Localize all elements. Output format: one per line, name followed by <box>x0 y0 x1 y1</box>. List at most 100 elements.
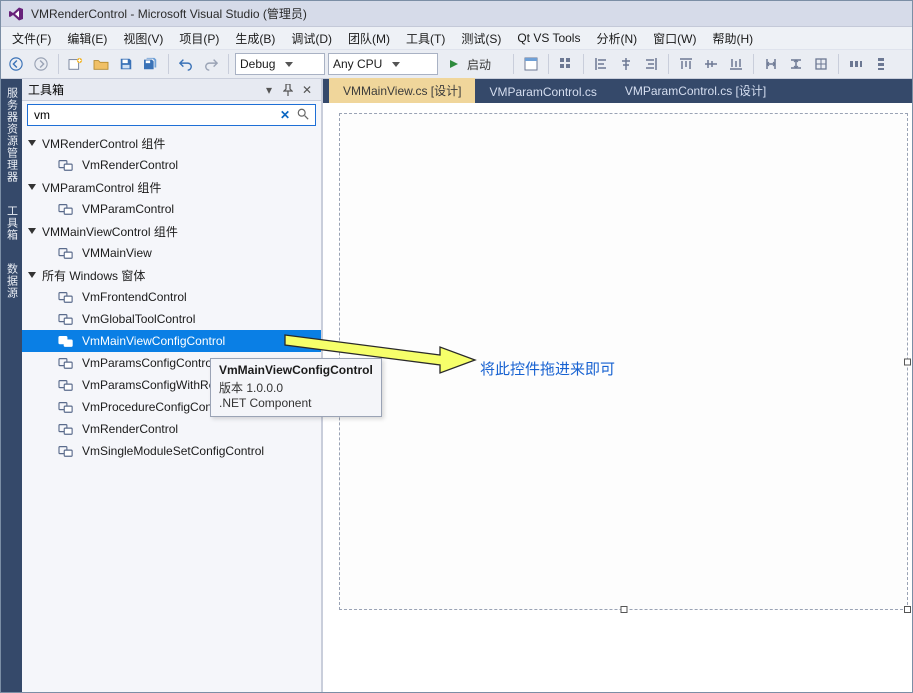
annotation-text: 将此控件拖进来即可 <box>480 358 615 379</box>
menu-debug[interactable]: 调试(D) <box>284 28 339 49</box>
start-button[interactable]: 启动 <box>441 53 507 75</box>
toolbar-sep <box>753 54 754 74</box>
nav-fwd-button[interactable] <box>30 53 52 75</box>
toolbox-group-header[interactable]: VMRenderControl 组件 <box>22 132 321 154</box>
editor-area: VMMainView.cs [设计]VMParamControl.cs VMPar… <box>322 79 912 692</box>
toolbox-item-label: VmParamsConfigControl <box>82 356 215 370</box>
toolbox-item[interactable]: VmRenderControl <box>22 154 321 176</box>
toolbox-item[interactable]: VMParamControl <box>22 198 321 220</box>
menu-project[interactable]: 项目(P) <box>172 28 226 49</box>
same-width-button[interactable] <box>760 53 782 75</box>
save-all-button[interactable] <box>140 53 162 75</box>
toolbox-group-header[interactable]: VMParamControl 组件 <box>22 176 321 198</box>
menubar: 文件(F) 编辑(E) 视图(V) 项目(P) 生成(B) 调试(D) 团队(M… <box>1 27 912 49</box>
start-label: 启动 <box>463 56 495 73</box>
tooltip-version: 版本 1.0.0.0 <box>219 379 373 396</box>
new-project-button[interactable] <box>65 53 87 75</box>
tooltip-title: VmMainViewConfigControl <box>219 363 373 377</box>
same-size-button[interactable] <box>810 53 832 75</box>
toolbox-group-header[interactable]: 所有 Windows 窗体 <box>22 264 321 286</box>
toolbox-title: 工具箱 <box>28 81 64 98</box>
align-top-button[interactable] <box>675 53 697 75</box>
toolbox-item[interactable]: VmMainViewConfigControl <box>22 330 321 352</box>
resize-handle-bottom[interactable] <box>620 606 627 613</box>
vspace-equal-button[interactable] <box>870 53 892 75</box>
resize-handle-corner[interactable] <box>904 606 911 613</box>
component-icon <box>58 356 74 370</box>
window-title: VMRenderControl - Microsoft Visual Studi… <box>31 5 307 22</box>
menu-file[interactable]: 文件(F) <box>5 28 58 49</box>
platform-value: Any CPU <box>333 57 382 71</box>
align-left-button[interactable] <box>590 53 612 75</box>
clear-search-button[interactable]: ✕ <box>277 108 293 122</box>
toolbar-sep <box>668 54 669 74</box>
toolbar-sep <box>58 54 59 74</box>
document-tab[interactable]: VMParamControl.cs <box>475 81 610 103</box>
menu-window[interactable]: 窗口(W) <box>646 28 703 49</box>
sidetab-server-explorer[interactable]: 服务器资源管理器 <box>2 79 22 191</box>
document-tab[interactable]: VMParamControl.cs [设计] <box>611 78 780 103</box>
align-center-button[interactable] <box>615 53 637 75</box>
hspace-equal-button[interactable] <box>845 53 867 75</box>
align-middle-button[interactable] <box>700 53 722 75</box>
align-grid-button[interactable] <box>555 53 577 75</box>
chevron-down-icon <box>285 62 293 67</box>
save-button[interactable] <box>115 53 137 75</box>
menu-analyze[interactable]: 分析(N) <box>589 28 644 49</box>
document-tabs: VMMainView.cs [设计]VMParamControl.cs VMPar… <box>323 79 912 103</box>
panel-options-button[interactable]: ▾ <box>261 82 277 98</box>
toolbox-search[interactable]: ✕ <box>27 104 316 126</box>
menu-view[interactable]: 视图(V) <box>116 28 170 49</box>
prop-window-button[interactable] <box>520 53 542 75</box>
expander-icon <box>28 140 36 146</box>
menu-edit[interactable]: 编辑(E) <box>60 28 114 49</box>
nav-back-button[interactable] <box>5 53 27 75</box>
menu-test[interactable]: 测试(S) <box>454 28 508 49</box>
config-value: Debug <box>240 57 275 71</box>
menu-qt[interactable]: Qt VS Tools <box>510 29 587 47</box>
platform-combo[interactable]: Any CPU <box>328 53 438 75</box>
expander-icon <box>28 184 36 190</box>
toolbox-item-label: VMParamControl <box>82 202 174 216</box>
tooltip-kind: .NET Component <box>219 396 373 410</box>
menu-build[interactable]: 生成(B) <box>228 28 282 49</box>
sidetab-toolbox[interactable]: 工具箱 <box>2 197 22 249</box>
menu-tools[interactable]: 工具(T) <box>399 28 452 49</box>
menu-team[interactable]: 团队(M) <box>341 28 397 49</box>
document-tab[interactable]: VMMainView.cs [设计] <box>329 78 475 103</box>
toolbox-item[interactable]: VmRenderControl <box>22 418 321 440</box>
toolbox-item-label: VmRenderControl <box>82 158 178 172</box>
pin-icon[interactable] <box>280 82 296 98</box>
align-bottom-button[interactable] <box>725 53 747 75</box>
toolbox-item[interactable]: VmFrontendControl <box>22 286 321 308</box>
open-button[interactable] <box>90 53 112 75</box>
component-icon <box>58 334 74 348</box>
toolbox-group-header[interactable]: VMMainViewControl 组件 <box>22 220 321 242</box>
resize-handle-right[interactable] <box>904 358 911 365</box>
document-tab-label: VMParamControl.cs [设计] <box>625 82 766 99</box>
search-input[interactable] <box>34 108 275 122</box>
redo-button[interactable] <box>200 53 222 75</box>
toolbox-item-label: VMMainView <box>82 246 152 260</box>
component-icon <box>58 312 74 326</box>
designer-body <box>323 103 912 692</box>
menu-help[interactable]: 帮助(H) <box>705 28 760 49</box>
toolbox-item[interactable]: VMMainView <box>22 242 321 264</box>
close-icon[interactable]: ✕ <box>299 82 315 98</box>
align-right-button[interactable] <box>640 53 662 75</box>
expander-icon <box>28 272 36 278</box>
toolbox-item-label: VmSingleModuleSetConfigControl <box>82 444 264 458</box>
toolbox-item[interactable]: VmGlobalToolControl <box>22 308 321 330</box>
config-combo[interactable]: Debug <box>235 53 325 75</box>
toolbox-item[interactable]: VmSingleModuleSetConfigControl <box>22 440 321 462</box>
toolbar: Debug Any CPU 启动 <box>1 49 912 79</box>
component-icon <box>58 422 74 436</box>
component-icon <box>58 378 74 392</box>
sidetab-data-sources[interactable]: 数据源 <box>2 255 22 307</box>
design-surface[interactable] <box>339 113 908 610</box>
same-height-button[interactable] <box>785 53 807 75</box>
vs-icon <box>7 5 25 23</box>
undo-button[interactable] <box>175 53 197 75</box>
toolbox-header: 工具箱 ▾ ✕ <box>22 79 321 101</box>
group-label: 所有 Windows 窗体 <box>42 267 145 284</box>
